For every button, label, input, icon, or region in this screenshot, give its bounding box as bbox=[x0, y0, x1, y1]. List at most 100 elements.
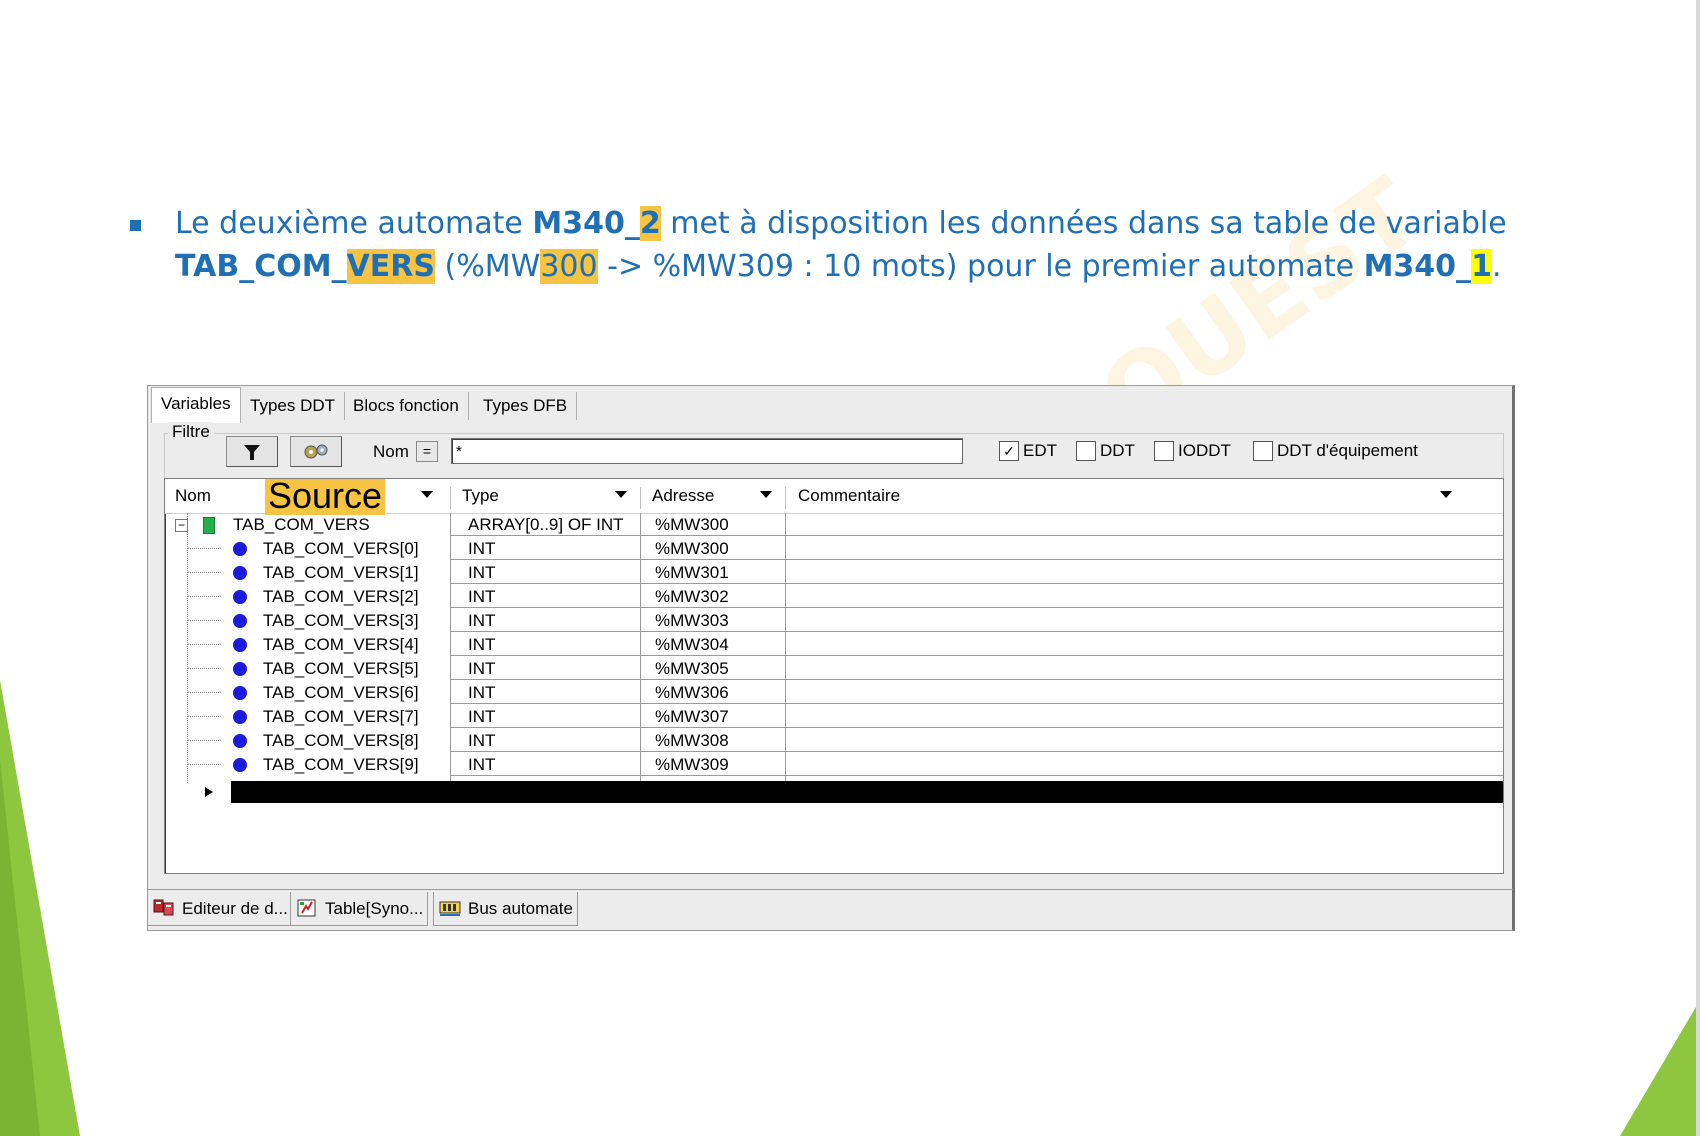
cell-address[interactable]: %MW307 bbox=[655, 705, 729, 728]
table-row[interactable]: TAB_COM_VERS[5] INT %MW305 bbox=[165, 657, 1503, 680]
cell-address[interactable]: %MW300 bbox=[655, 537, 729, 560]
text: (%MW bbox=[435, 249, 541, 284]
table-row[interactable]: TAB_COM_VERS[1] INT %MW301 bbox=[165, 561, 1503, 584]
cell-type[interactable]: INT bbox=[468, 585, 495, 608]
plc-name: M340_ bbox=[532, 206, 640, 241]
cell-name[interactable]: TAB_COM_VERS[3] bbox=[263, 609, 419, 632]
cell-address[interactable]: %MW303 bbox=[655, 609, 729, 632]
cell-name[interactable]: TAB_COM_VERS[5] bbox=[263, 657, 419, 680]
table-row[interactable]: TAB_COM_VERS[8] INT %MW308 bbox=[165, 729, 1503, 752]
checkbox-edt[interactable]: ✓ EDT bbox=[999, 441, 1057, 461]
checkbox-ddt[interactable]: DDT bbox=[1076, 441, 1135, 461]
cell-type[interactable]: INT bbox=[468, 561, 495, 584]
checkbox-label: DDT bbox=[1100, 441, 1135, 460]
window-tab-plc-bus[interactable]: Bus automate bbox=[433, 892, 578, 926]
tab-variables[interactable]: Variables bbox=[151, 387, 241, 423]
table-row[interactable]: TAB_COM_VERS[9] INT %MW309 bbox=[165, 753, 1503, 776]
chevron-down-icon[interactable] bbox=[421, 491, 433, 498]
new-row-selection[interactable] bbox=[231, 781, 1503, 803]
checkbox-label: DDT d'équipement bbox=[1277, 441, 1418, 460]
decor-green-triangle-right bbox=[1620, 1000, 1700, 1136]
window-tab-animation-table[interactable]: Table[Syno... bbox=[290, 892, 429, 926]
cell-address[interactable]: %MW309 bbox=[655, 753, 729, 776]
cell-type[interactable]: INT bbox=[468, 681, 495, 704]
cell-name[interactable]: TAB_COM_VERS bbox=[233, 513, 370, 536]
window-tab-data-editor[interactable]: Editeur de d... bbox=[147, 892, 293, 926]
cell-address[interactable]: %MW306 bbox=[655, 681, 729, 704]
cell-type[interactable]: INT bbox=[468, 537, 495, 560]
cell-type[interactable]: ARRAY[0..9] OF INT bbox=[468, 513, 624, 536]
cell-address[interactable]: %MW300 bbox=[655, 513, 729, 536]
row-divider bbox=[450, 655, 1503, 656]
column-header-commentaire[interactable]: Commentaire bbox=[788, 479, 1388, 513]
cell-name[interactable]: TAB_COM_VERS[0] bbox=[263, 537, 419, 560]
cell-name[interactable]: TAB_COM_VERS[9] bbox=[263, 753, 419, 776]
address-highlight: 300 bbox=[540, 249, 598, 284]
elementary-variable-icon bbox=[233, 638, 247, 652]
row-divider bbox=[450, 775, 1503, 776]
cell-type[interactable]: INT bbox=[468, 657, 495, 680]
cell-type[interactable]: INT bbox=[468, 633, 495, 656]
table-row[interactable]: TAB_COM_VERS[0] INT %MW300 bbox=[165, 537, 1503, 560]
cell-name[interactable]: TAB_COM_VERS[8] bbox=[263, 729, 419, 752]
table-row[interactable]: TAB_COM_VERS[2] INT %MW302 bbox=[165, 585, 1503, 608]
tree-branch bbox=[187, 596, 221, 597]
text: . bbox=[1491, 249, 1502, 284]
cell-type[interactable]: INT bbox=[468, 753, 495, 776]
column-header-type[interactable]: Type bbox=[452, 479, 640, 513]
tree-branch bbox=[187, 668, 221, 669]
elementary-variable-icon bbox=[233, 590, 247, 604]
equals-button[interactable]: = bbox=[416, 441, 438, 462]
column-separator bbox=[450, 487, 451, 509]
plc-number-highlight: 1 bbox=[1471, 249, 1492, 284]
checkbox-ioddt[interactable]: IODDT bbox=[1154, 441, 1231, 461]
table-row[interactable]: TAB_COM_VERS[7] INT %MW307 bbox=[165, 705, 1503, 728]
tree-branch bbox=[187, 764, 221, 765]
tab-blocs-fonction[interactable]: Blocs fonction bbox=[344, 392, 469, 420]
cell-name[interactable]: TAB_COM_VERS[4] bbox=[263, 633, 419, 656]
table-row-parent[interactable]: − TAB_COM_VERS ARRAY[0..9] OF INT %MW300 bbox=[165, 513, 1503, 536]
table-row[interactable]: TAB_COM_VERS[3] INT %MW303 bbox=[165, 609, 1503, 632]
chevron-down-icon[interactable] bbox=[1440, 491, 1452, 498]
row-divider bbox=[450, 583, 1503, 584]
new-variable-row[interactable] bbox=[165, 781, 1503, 803]
cell-address[interactable]: %MW308 bbox=[655, 729, 729, 752]
text: -> %MW309 : 10 mots) pour le premier aut… bbox=[597, 249, 1364, 284]
checkbox-label: EDT bbox=[1023, 441, 1057, 460]
plc-number-highlight: 2 bbox=[639, 206, 661, 241]
column-separator bbox=[785, 487, 786, 509]
checkbox-empty bbox=[1253, 441, 1273, 461]
checkbox-empty bbox=[1076, 441, 1096, 461]
chevron-down-icon[interactable] bbox=[615, 491, 627, 498]
collapse-icon[interactable]: − bbox=[175, 519, 188, 532]
table-row[interactable]: TAB_COM_VERS[6] INT %MW306 bbox=[165, 681, 1503, 704]
cell-name[interactable]: TAB_COM_VERS[7] bbox=[263, 705, 419, 728]
slide-edge bbox=[1696, 0, 1700, 1136]
tree-branch bbox=[187, 572, 221, 573]
cell-address[interactable]: %MW304 bbox=[655, 633, 729, 656]
cell-name[interactable]: TAB_COM_VERS[2] bbox=[263, 585, 419, 608]
row-divider bbox=[450, 559, 1503, 560]
cell-type[interactable]: INT bbox=[468, 609, 495, 632]
table-row[interactable]: TAB_COM_VERS[4] INT %MW304 bbox=[165, 633, 1503, 656]
elementary-variable-icon bbox=[233, 710, 247, 724]
chevron-down-icon[interactable] bbox=[760, 491, 772, 498]
cell-address[interactable]: %MW302 bbox=[655, 585, 729, 608]
elementary-variable-icon bbox=[233, 614, 247, 628]
name-filter-input[interactable] bbox=[451, 438, 963, 464]
filter-options-button[interactable] bbox=[290, 436, 342, 467]
cell-address[interactable]: %MW301 bbox=[655, 561, 729, 584]
cell-name[interactable]: TAB_COM_VERS[1] bbox=[263, 561, 419, 584]
cell-address[interactable]: %MW305 bbox=[655, 657, 729, 680]
tab-types-dfb[interactable]: Types DFB bbox=[474, 392, 578, 420]
tab-types-ddt[interactable]: Types DDT bbox=[241, 392, 346, 420]
variable-name-highlight: VERS bbox=[346, 249, 436, 284]
cell-type[interactable]: INT bbox=[468, 705, 495, 728]
funnel-icon bbox=[244, 444, 260, 460]
apply-filter-button[interactable] bbox=[226, 436, 278, 467]
cell-name[interactable]: TAB_COM_VERS[6] bbox=[263, 681, 419, 704]
cell-type[interactable]: INT bbox=[468, 729, 495, 752]
checkbox-ddt-equipement[interactable]: DDT d'équipement bbox=[1253, 441, 1418, 461]
elementary-variable-icon bbox=[233, 566, 247, 580]
tree-branch bbox=[187, 716, 221, 717]
